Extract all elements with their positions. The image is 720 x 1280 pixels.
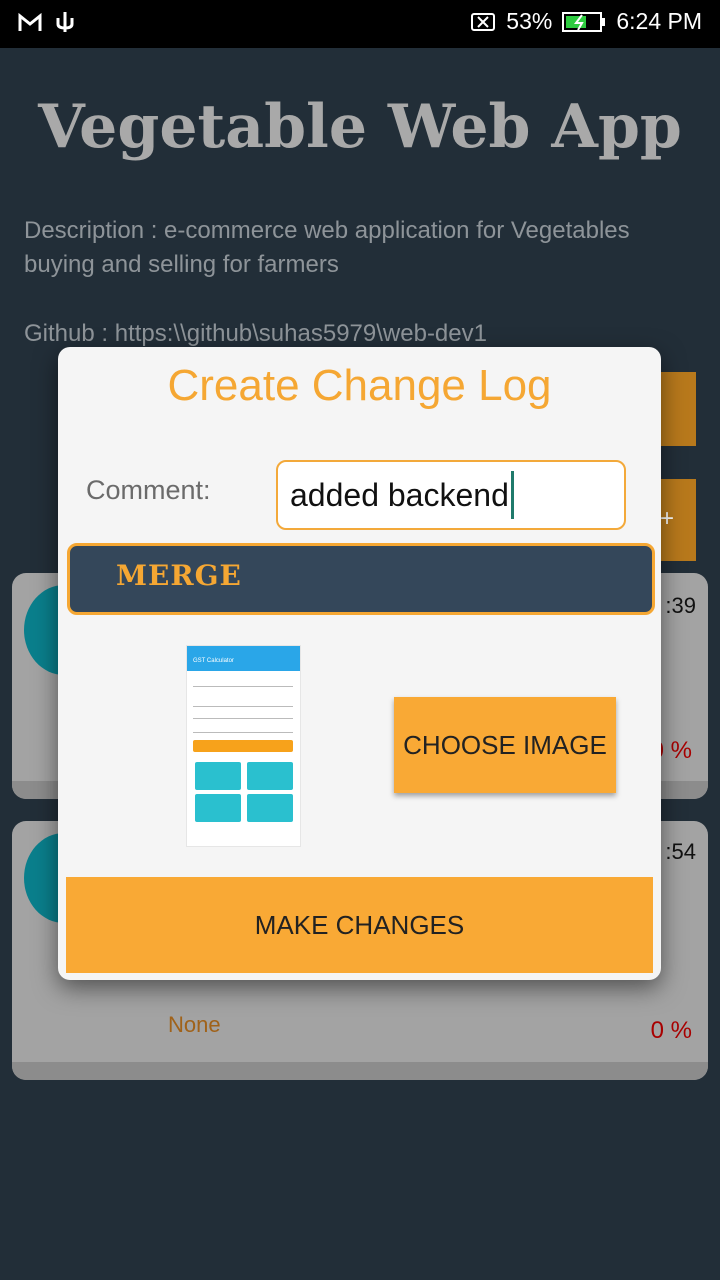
comment-label: Comment: (86, 475, 211, 505)
comment-input[interactable]: added backend (276, 460, 626, 530)
make-changes-button[interactable]: MAKE CHANGES (66, 877, 653, 973)
battery-percent: 53% (506, 8, 553, 34)
add-icon: + (660, 505, 675, 532)
github-link[interactable]: Github : https:\\github\suhas5979\web-de… (24, 320, 487, 348)
selected-image-preview: GST Calculator (186, 645, 301, 847)
usb-icon (56, 12, 74, 32)
card-status: None (168, 1012, 221, 1037)
battery-charging-icon (562, 11, 606, 32)
choose-image-button[interactable]: CHOOSE IMAGE (394, 697, 616, 793)
preview-result-tile (195, 794, 241, 822)
status-bar: 53% 6:24 PM (0, 0, 720, 48)
page-title: Vegetable Web App (38, 92, 682, 162)
clock: 6:24 PM (616, 8, 702, 34)
preview-calculate-button (193, 740, 293, 752)
gmail-icon (18, 13, 42, 31)
preview-result-tile (247, 794, 293, 822)
project-description: Description : e-commerce web application… (24, 217, 630, 278)
preview-app-title: GST Calculator (193, 658, 234, 664)
preview-app-bar: GST Calculator (187, 646, 300, 671)
preview-line (193, 706, 293, 707)
preview-result-tile (247, 762, 293, 790)
preview-line (193, 686, 293, 687)
merge-label: MERGE (116, 559, 242, 592)
create-change-log-dialog: Create Change Log Comment: added backend… (58, 347, 661, 980)
card-percent: 0 % (650, 1017, 692, 1044)
text-cursor (510, 471, 514, 519)
preview-line (193, 732, 293, 733)
preview-result-tile (195, 762, 241, 790)
merge-select[interactable]: MERGE (67, 543, 655, 615)
comment-input-value: added backend (290, 476, 509, 513)
card-time: :54 (665, 839, 696, 864)
card-footer (12, 1062, 708, 1080)
preview-line (193, 718, 293, 719)
card-time: :39 (665, 593, 696, 618)
dialog-title: Create Change Log (167, 361, 552, 410)
no-sim-icon (471, 12, 496, 31)
